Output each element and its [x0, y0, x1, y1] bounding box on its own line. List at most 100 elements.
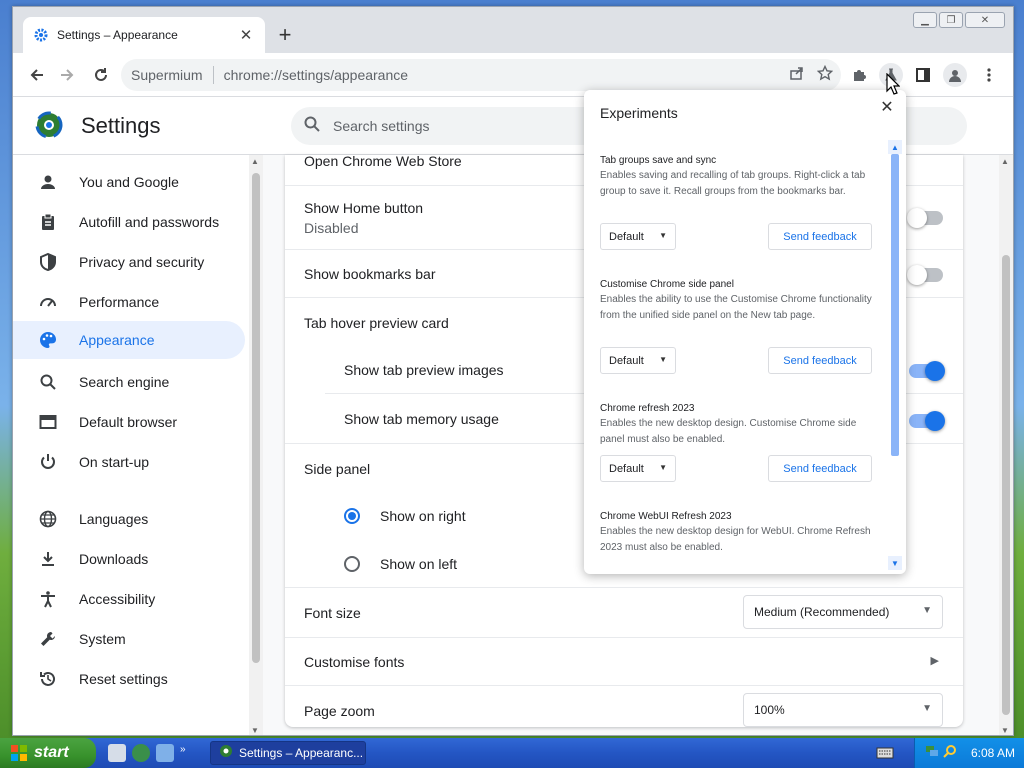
start-button[interactable]: start [0, 738, 96, 768]
font-size-label: Font size [304, 605, 361, 621]
sidebar-item-you-and-google[interactable]: You and Google [13, 163, 245, 201]
download-icon [37, 548, 59, 570]
sidebar-item-system[interactable]: System [13, 620, 245, 658]
chevron-down-icon: ▼ [922, 605, 932, 616]
minimize-icon[interactable]: ▁ [913, 12, 937, 28]
sidebar-item-default-browser[interactable]: Default browser [13, 403, 245, 441]
experiment-state-select[interactable]: Default ▼ [600, 455, 676, 482]
select-value: Default [609, 230, 644, 243]
scroll-up-arrow-icon[interactable]: ▲ [888, 140, 902, 154]
experiment-description: Enables the new desktop design for WebUI… [600, 526, 871, 553]
memory-usage-toggle[interactable] [909, 411, 945, 431]
quick-launch-overflow-icon[interactable]: » [180, 744, 186, 762]
clock: 6:08 AM [971, 746, 1016, 760]
new-tab-icon[interactable]: + [273, 22, 297, 47]
sidebar-item-on-startup[interactable]: On start-up [13, 443, 245, 481]
sidebar-item-label: Default browser [79, 414, 178, 430]
customise-fonts-row[interactable]: Customise fonts ▶ [285, 637, 963, 685]
show-right-radio[interactable] [344, 508, 360, 524]
site-chip: Supermium [131, 67, 203, 83]
experiments-scrollbar[interactable]: ▲ ▼ [888, 140, 902, 570]
show-left-radio[interactable] [344, 556, 360, 572]
experiment-state-select[interactable]: Default ▼ [600, 223, 676, 250]
sidebar-item-privacy[interactable]: Privacy and security [13, 243, 245, 281]
speedometer-icon [37, 291, 59, 313]
window-controls: ▁ ❐ ✕ [913, 12, 1005, 28]
url-text: chrome://settings/appearance [223, 67, 409, 83]
network-icon[interactable] [925, 744, 939, 763]
font-size-value: Medium (Recommended) [754, 605, 890, 619]
address-bar[interactable]: Supermium chrome://settings/appearance [121, 59, 841, 91]
chevron-down-icon: ▼ [922, 703, 932, 714]
sidebar-item-search-engine[interactable]: Search engine [13, 363, 245, 401]
shield-icon [37, 251, 59, 273]
font-size-select[interactable]: Medium (Recommended) ▼ [743, 595, 943, 629]
reload-icon[interactable] [87, 61, 115, 89]
experiment-description: Enables saving and recalling of tab grou… [600, 170, 866, 197]
sidebar-item-downloads[interactable]: Downloads [13, 540, 245, 578]
sidebar-item-appearance[interactable]: Appearance [13, 321, 245, 359]
tab-close-icon[interactable]: ✕ [237, 26, 255, 44]
sidebar-item-performance[interactable]: Performance [13, 283, 245, 321]
sidebar-item-accessibility[interactable]: Accessibility [13, 580, 245, 618]
experiment-title: Tab groups save and sync [600, 155, 717, 166]
browser-launch-icon[interactable] [132, 744, 150, 762]
sidebar-item-label: Languages [79, 511, 149, 527]
experiment-item: Chrome WebUI Refresh 2023 Enables the ne… [600, 511, 872, 556]
bookmarks-bar-toggle[interactable] [907, 265, 943, 285]
quick-launch: » [108, 744, 186, 762]
browser-logo-icon [219, 744, 233, 763]
send-feedback-button[interactable]: Send feedback [768, 347, 872, 374]
window-close-icon[interactable]: ✕ [965, 12, 1005, 28]
menu-kebab-icon[interactable] [977, 63, 1001, 87]
tab-settings-appearance[interactable]: Settings – Appearance ✕ [23, 17, 265, 53]
explorer-icon[interactable] [156, 744, 174, 762]
bookmark-star-icon[interactable] [816, 64, 834, 84]
restore-icon[interactable]: ❐ [939, 12, 963, 28]
sidebar-item-autofill[interactable]: Autofill and passwords [13, 203, 245, 241]
home-button-status: Disabled [304, 220, 359, 236]
customise-fonts-label: Customise fonts [304, 654, 405, 670]
side-panel-icon[interactable] [911, 63, 935, 87]
scrollbar-thumb[interactable] [252, 173, 260, 663]
profile-avatar-icon[interactable] [943, 63, 967, 87]
web-store-link[interactable]: Open Chrome Web Store [304, 155, 462, 169]
preview-images-toggle[interactable] [909, 361, 945, 381]
page-scrollbar[interactable]: ▲ ▼ [999, 155, 1013, 735]
scrollbar-thumb[interactable] [891, 154, 899, 456]
sidebar-item-languages[interactable]: Languages [13, 500, 245, 538]
bookmarks-bar-label: Show bookmarks bar [304, 266, 436, 282]
palette-icon [37, 329, 59, 351]
scroll-up-arrow-icon[interactable]: ▲ [251, 157, 259, 166]
search-icon[interactable] [943, 744, 957, 763]
scroll-down-arrow-icon[interactable]: ▼ [888, 556, 902, 570]
keyboard-icon[interactable] [876, 746, 894, 760]
omnibox-actions [789, 64, 834, 84]
back-arrow-icon[interactable] [23, 61, 51, 89]
tab-strip: Settings – Appearance ✕ + ▁ ❐ ✕ [13, 7, 1013, 53]
page-zoom-select[interactable]: 100% ▼ [743, 693, 943, 727]
scroll-down-arrow-icon[interactable]: ▼ [1001, 726, 1009, 735]
sidebar-scrollbar[interactable]: ▲ ▼ [249, 155, 263, 735]
forward-arrow-icon[interactable] [53, 61, 81, 89]
sidebar-item-label: Autofill and passwords [79, 214, 220, 230]
font-size-row: Font size Medium (Recommended) ▼ [285, 587, 963, 637]
scroll-down-arrow-icon[interactable]: ▼ [251, 726, 259, 735]
scrollbar-thumb[interactable] [1002, 255, 1010, 715]
home-button-toggle[interactable] [907, 208, 943, 228]
experiment-description: Enables the new desktop design. Customis… [600, 418, 857, 445]
gear-icon [33, 27, 49, 43]
page-title: Settings [81, 113, 161, 138]
scroll-up-arrow-icon[interactable]: ▲ [1001, 157, 1009, 166]
send-feedback-button[interactable]: Send feedback [768, 223, 872, 250]
system-tray: 6:08 AM [914, 738, 1024, 768]
send-feedback-button[interactable]: Send feedback [768, 455, 872, 482]
extensions-puzzle-icon[interactable] [847, 63, 871, 87]
sidebar-item-reset-settings[interactable]: Reset settings [13, 660, 245, 698]
taskbar: start » Settings – Appearanc... 6:08 AM [0, 738, 1024, 768]
taskbar-window-button[interactable]: Settings – Appearanc... [210, 741, 366, 765]
share-icon[interactable] [789, 65, 805, 84]
page-zoom-value: 100% [754, 703, 785, 717]
show-desktop-icon[interactable] [108, 744, 126, 762]
experiment-state-select[interactable]: Default ▼ [600, 347, 676, 374]
